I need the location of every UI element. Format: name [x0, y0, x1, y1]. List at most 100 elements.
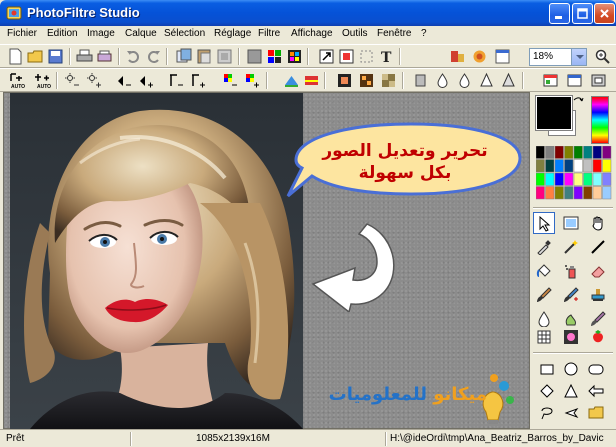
palette-swatch[interactable]: [602, 159, 612, 173]
open-icon[interactable]: [27, 48, 44, 65]
crop-icon[interactable]: [358, 48, 375, 65]
paste-icon[interactable]: [196, 48, 213, 65]
palette-swatch[interactable]: [554, 186, 564, 200]
canvas-size-icon[interactable]: [338, 48, 355, 65]
palette-swatch[interactable]: [536, 159, 545, 173]
advanced-brush-tool[interactable]: [560, 284, 582, 306]
grey-icon[interactable]: [246, 48, 263, 65]
menu-affichage[interactable]: Affichage: [291, 28, 333, 39]
eyedropper-tool[interactable]: [533, 236, 555, 258]
palette-swatch[interactable]: [573, 186, 583, 200]
zoom-select[interactable]: 18%: [529, 48, 587, 66]
saturation-plus-icon[interactable]: [244, 72, 261, 89]
select-tool[interactable]: [533, 212, 555, 234]
text-icon[interactable]: T: [378, 48, 395, 65]
palette-swatch[interactable]: [545, 159, 555, 173]
fog-icon[interactable]: [303, 72, 320, 89]
drop-2-icon[interactable]: [434, 72, 451, 89]
palette-swatch[interactable]: [545, 146, 555, 159]
drop-3-icon[interactable]: [456, 72, 473, 89]
brush-tool[interactable]: [533, 284, 555, 306]
magic-wand-tool[interactable]: [560, 236, 582, 258]
strawberry-tool[interactable]: [587, 326, 609, 348]
menu-selection[interactable]: Sélection: [164, 28, 205, 39]
image-size-icon[interactable]: [318, 48, 335, 65]
palette-swatch[interactable]: [583, 159, 593, 173]
menu-help[interactable]: ?: [421, 28, 427, 39]
menu-image[interactable]: Image: [87, 28, 115, 39]
mosaic-icon[interactable]: [380, 72, 397, 89]
foreground-color-swatch[interactable]: [535, 95, 573, 131]
portrait-photo[interactable]: [10, 93, 303, 429]
color-window-icon[interactable]: [542, 72, 559, 89]
menu-reglage[interactable]: Réglage: [214, 28, 251, 39]
color-spectrum[interactable]: [591, 96, 609, 144]
palette-swatch[interactable]: [554, 172, 564, 186]
palette-swatch[interactable]: [536, 172, 545, 186]
rectangle-shape[interactable]: [536, 358, 558, 380]
scan-icon[interactable]: [96, 48, 113, 65]
rounded-rect-shape[interactable]: [585, 358, 607, 380]
menu-outils[interactable]: Outils: [342, 28, 368, 39]
magic-wand-layer-tool[interactable]: [560, 212, 582, 234]
brightness-plus-icon[interactable]: [86, 72, 103, 89]
texture-icon[interactable]: [358, 72, 375, 89]
chevron-down-icon[interactable]: [571, 49, 586, 65]
plugin-icon[interactable]: [449, 48, 466, 65]
paste-as-image-icon[interactable]: [216, 48, 233, 65]
gamma-minus-icon[interactable]: [168, 72, 185, 89]
mask-tool[interactable]: [560, 326, 582, 348]
title-bar[interactable]: PhotoFiltre Studio: [0, 0, 616, 26]
menu-fichier[interactable]: Fichier: [7, 28, 37, 39]
undo-icon[interactable]: [125, 48, 142, 65]
ellipse-shape[interactable]: [560, 358, 582, 380]
swap-colors-icon[interactable]: [572, 96, 584, 108]
zoom-icon[interactable]: [594, 48, 611, 65]
menu-fenetre[interactable]: Fenêtre: [377, 28, 411, 39]
copy-icon[interactable]: [176, 48, 193, 65]
palette-swatch[interactable]: [564, 186, 574, 200]
palette-swatch[interactable]: [583, 146, 593, 159]
contrast-minus-icon[interactable]: [116, 72, 133, 89]
layers-window-icon[interactable]: [566, 72, 583, 89]
line-tool[interactable]: [587, 236, 609, 258]
drop-1-icon[interactable]: [412, 72, 429, 89]
palette-swatch[interactable]: [536, 146, 545, 159]
palette-swatch[interactable]: [602, 146, 612, 159]
hand-tool[interactable]: [587, 212, 609, 234]
eraser-tool[interactable]: [587, 260, 609, 282]
palette-swatch[interactable]: [554, 146, 564, 159]
palette-swatch[interactable]: [592, 159, 602, 173]
palette-swatch[interactable]: [592, 186, 602, 200]
redo-icon[interactable]: [145, 48, 162, 65]
close-button[interactable]: [594, 3, 615, 24]
print-icon[interactable]: [76, 48, 93, 65]
bucket-tool[interactable]: [533, 260, 555, 282]
color-palette[interactable]: [536, 146, 613, 202]
spray-tool[interactable]: [560, 260, 582, 282]
polygon-shape[interactable]: [585, 380, 607, 402]
menu-calque[interactable]: Calque: [125, 28, 157, 39]
arrow-shape[interactable]: [560, 402, 582, 424]
minimize-button[interactable]: [549, 3, 570, 24]
lasso-shape[interactable]: [536, 402, 558, 424]
menu-edition[interactable]: Edition: [47, 28, 78, 39]
menu-filtre[interactable]: Filtre: [258, 28, 280, 39]
palette-swatch[interactable]: [602, 186, 612, 200]
diamond-shape[interactable]: [536, 380, 558, 402]
saturation-minus-icon[interactable]: [222, 72, 239, 89]
palette-swatch[interactable]: [545, 186, 555, 200]
blue-sky-icon[interactable]: [283, 72, 300, 89]
palette-swatch[interactable]: [564, 172, 574, 186]
drop-5-icon[interactable]: [500, 72, 517, 89]
window-icon[interactable]: [494, 48, 511, 65]
palette-swatch[interactable]: [564, 146, 574, 159]
palette-swatch[interactable]: [602, 172, 612, 186]
effects-icon[interactable]: [471, 48, 488, 65]
brightness-minus-icon[interactable]: [64, 72, 81, 89]
palette-swatch[interactable]: [592, 146, 602, 159]
save-icon[interactable]: [47, 48, 64, 65]
fullscreen-icon[interactable]: [590, 72, 607, 89]
palette-swatch[interactable]: [536, 186, 545, 200]
palette-icon[interactable]: [286, 48, 303, 65]
